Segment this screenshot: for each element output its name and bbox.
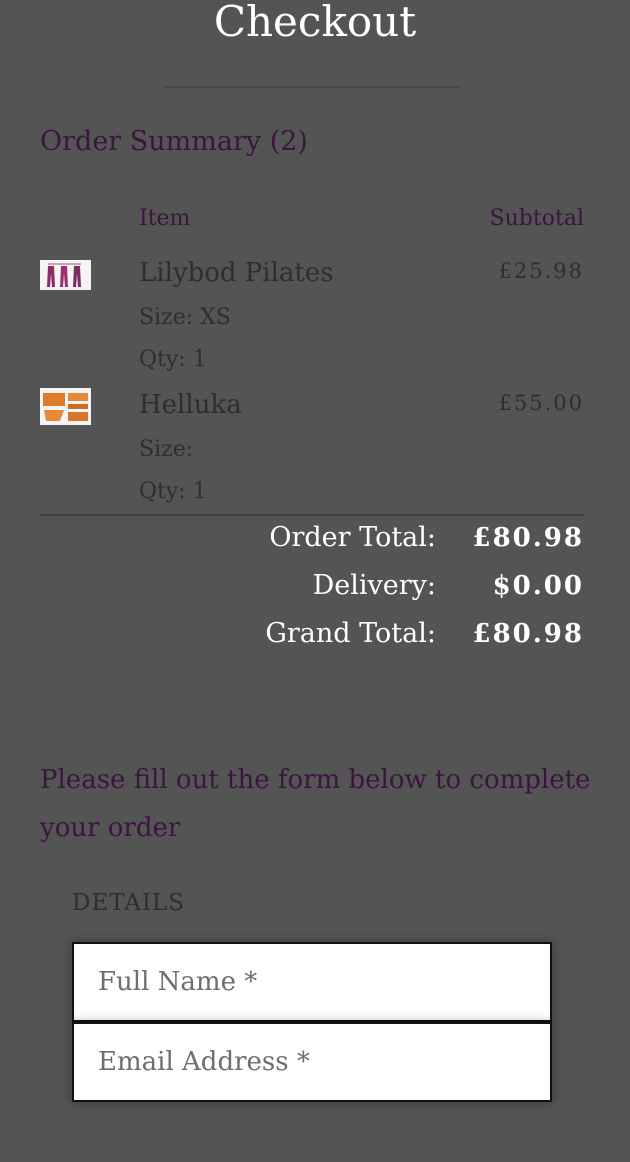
title-divider [164, 86, 460, 88]
order-item-size: Size: [139, 437, 194, 462]
order-total-label: Order Total: [269, 522, 436, 553]
page-title: Checkout [213, 0, 417, 46]
details-section-label: DETAILS [72, 890, 186, 916]
order-total-value: £80.98 [472, 523, 584, 553]
totals-divider [40, 514, 584, 516]
order-item-price: £55.00 [498, 391, 584, 415]
full-name-field [72, 942, 552, 1022]
email-field [72, 1022, 552, 1102]
full-name-input[interactable] [74, 944, 550, 1020]
order-item-qty: Qty: 1 [139, 479, 207, 504]
delivery-value: $0.00 [492, 571, 584, 601]
column-header-item: Item [139, 206, 191, 231]
leggings-product-icon[interactable] [40, 260, 91, 290]
order-item-price: £25.98 [498, 259, 584, 283]
delivery-label: Delivery: [312, 570, 436, 601]
grand-total-value: £80.98 [472, 619, 584, 649]
orange-mat-product-icon[interactable] [40, 388, 91, 425]
order-item-name: Helluka [139, 390, 242, 420]
order-item-name: Lilybod Pilates [139, 258, 334, 288]
order-item-size: Size: XS [139, 305, 231, 330]
form-intro-text: Please fill out the form below to comple… [40, 765, 591, 843]
grand-total-label: Grand Total: [265, 618, 436, 649]
order-summary-heading: Order Summary (2) [40, 126, 308, 157]
email-input[interactable] [74, 1024, 550, 1100]
order-item-qty: Qty: 1 [139, 347, 207, 372]
column-header-subtotal: Subtotal [489, 206, 584, 231]
